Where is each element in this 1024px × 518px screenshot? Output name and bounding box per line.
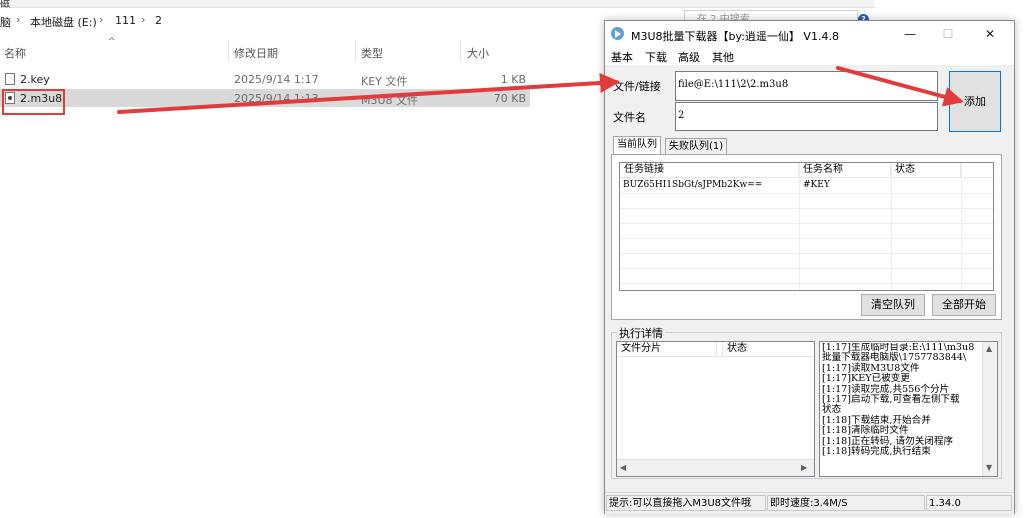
file-size: 70 KB (493, 92, 526, 105)
scroll-right-icon[interactable]: ▶ (801, 463, 807, 472)
menu-download[interactable]: 下载 (645, 49, 667, 65)
column-header-task-link[interactable]: 任务链接 (620, 163, 799, 177)
scroll-left-icon[interactable]: ◀ (620, 463, 626, 472)
file-icon (5, 73, 15, 85)
file-row-m3u8[interactable]: 2.m3u8 2025/9/14 1:13 M3U8 文件 70 KB (0, 89, 530, 107)
tab-failed-queue[interactable]: 失败队列(1) (665, 138, 728, 155)
scroll-up-icon[interactable]: ▲ (986, 344, 992, 353)
column-header-segment[interactable]: 文件分片 (617, 342, 717, 356)
file-name: 2.key (20, 73, 50, 86)
file-row-key[interactable]: 2.key 2025/9/14 1:17 KEY 文件 1 KB (0, 70, 530, 88)
column-header-task-name[interactable]: 任务名称 (799, 163, 891, 177)
status-speed: 即时速度:3.4M/S (767, 495, 925, 511)
clear-queue-button[interactable]: 清空队列 (861, 294, 925, 316)
breadcrumb-separator: › (99, 13, 104, 26)
breadcrumb-pc[interactable]: 脑 (0, 14, 11, 30)
queue-tab-panel: 任务链接 任务名称 状态 BUZ65HI1SbGt/sJPMb2Kw== #KE… (611, 154, 1002, 320)
column-header-segment-status[interactable]: 状态 (723, 342, 814, 356)
menu-bar: 基本 下载 高级 其他 (605, 47, 1014, 65)
menu-other[interactable]: 其他 (712, 49, 734, 65)
column-header-type[interactable]: 类型 (361, 45, 383, 61)
queue-table-header: 任务链接 任务名称 状态 (620, 163, 993, 178)
explorer-top-strip: 磁 (0, 0, 875, 10)
log-line: [1:18]转码完成,执行结束 (822, 446, 931, 458)
segments-table-header: 文件分片 状态 (617, 342, 814, 357)
column-divider[interactable] (460, 40, 461, 62)
execution-log[interactable]: [1:17]生成临时目录:E:\111\m3u8 批量下载器电脑版\175778… (819, 341, 998, 477)
file-link-label: 文件/链接 (613, 80, 661, 93)
tab-current-queue[interactable]: 当前队列 (613, 136, 661, 155)
column-header-date[interactable]: 修改日期 (234, 45, 278, 61)
breadcrumb-drive[interactable]: 本地磁盘 (E:) (30, 14, 97, 30)
status-version: 1.34.0 (926, 495, 1012, 511)
m3u8-downloader-window: M3U8批量下载器【by:逍遥一仙】 V1.4.8 — ☐ ✕ 基本 下载 高级… (604, 20, 1015, 514)
sort-ascending-icon: ^ (108, 37, 116, 47)
window-title: M3U8批量下载器【by:逍遥一仙】 V1.4.8 (631, 30, 839, 43)
breadcrumb-separator: › (141, 13, 146, 26)
file-name-input[interactable]: 2 (675, 102, 938, 131)
table-row[interactable]: BUZ65HI1SbGt/sJPMb2Kw== #KEY (620, 178, 993, 192)
status-hint: 提示:可以直接拖入M3U8文件哦 (606, 495, 766, 511)
column-divider[interactable] (355, 40, 356, 62)
column-header-name[interactable]: 名称 (4, 45, 26, 61)
file-type: M3U8 文件 (361, 94, 419, 107)
file-type: KEY 文件 (361, 75, 408, 88)
file-link-input[interactable]: file@E:\111\2\2.m3u8 (675, 71, 938, 101)
close-button[interactable]: ✕ (975, 25, 1005, 43)
title-bar[interactable]: M3U8批量下载器【by:逍遥一仙】 V1.4.8 — ☐ ✕ (605, 21, 1014, 47)
highlight-box (2, 89, 65, 115)
task-name-cell: #KEY (803, 180, 830, 190)
log-text-area: [1:17]生成临时目录:E:\111\m3u8 批量下载器电脑版\175778… (822, 343, 982, 475)
horizontal-scrollbar[interactable]: ◀ ▶ (617, 459, 814, 476)
vertical-scrollbar[interactable]: ▲ ▼ (982, 342, 997, 476)
add-button[interactable]: 添加 (949, 71, 1001, 132)
file-date: 2025/9/14 1:13 (234, 92, 319, 105)
breadcrumb-folder-2[interactable]: 2 (155, 14, 162, 27)
file-date: 2025/9/14 1:17 (234, 73, 319, 86)
file-name-label: 文件名 (613, 111, 646, 124)
column-header-status[interactable]: 状态 (891, 163, 961, 177)
log-line: [1:17]启动下载,可查看左侧下载 (822, 394, 960, 406)
scroll-down-icon[interactable]: ▼ (986, 463, 992, 472)
minimize-button[interactable]: — (895, 25, 925, 43)
top-strip-text: 磁 (0, 0, 10, 10)
status-bar: 提示:可以直接拖入M3U8文件哦 即时速度:3.4M/S 1.34.0 (605, 492, 1014, 514)
queue-table[interactable]: 任务链接 任务名称 状态 BUZ65HI1SbGt/sJPMb2Kw== #KE… (619, 162, 994, 291)
maximize-button[interactable]: ☐ (933, 25, 963, 43)
app-logo-icon (611, 27, 624, 40)
start-all-button[interactable]: 全部开始 (932, 294, 996, 316)
breadcrumb-folder-111[interactable]: 111 (115, 14, 136, 27)
breadcrumb-separator: › (16, 13, 21, 26)
menu-advanced[interactable]: 高级 (678, 49, 700, 65)
column-header-size[interactable]: 大小 (467, 45, 489, 61)
task-link-cell: BUZ65HI1SbGt/sJPMb2Kw== (623, 180, 763, 190)
segments-table[interactable]: 文件分片 状态 ◀ ▶ (616, 341, 815, 477)
details-title: 执行详情 (617, 325, 665, 341)
menu-basic[interactable]: 基本 (611, 49, 633, 65)
column-divider[interactable] (228, 40, 229, 62)
file-size: 1 KB (500, 73, 526, 86)
